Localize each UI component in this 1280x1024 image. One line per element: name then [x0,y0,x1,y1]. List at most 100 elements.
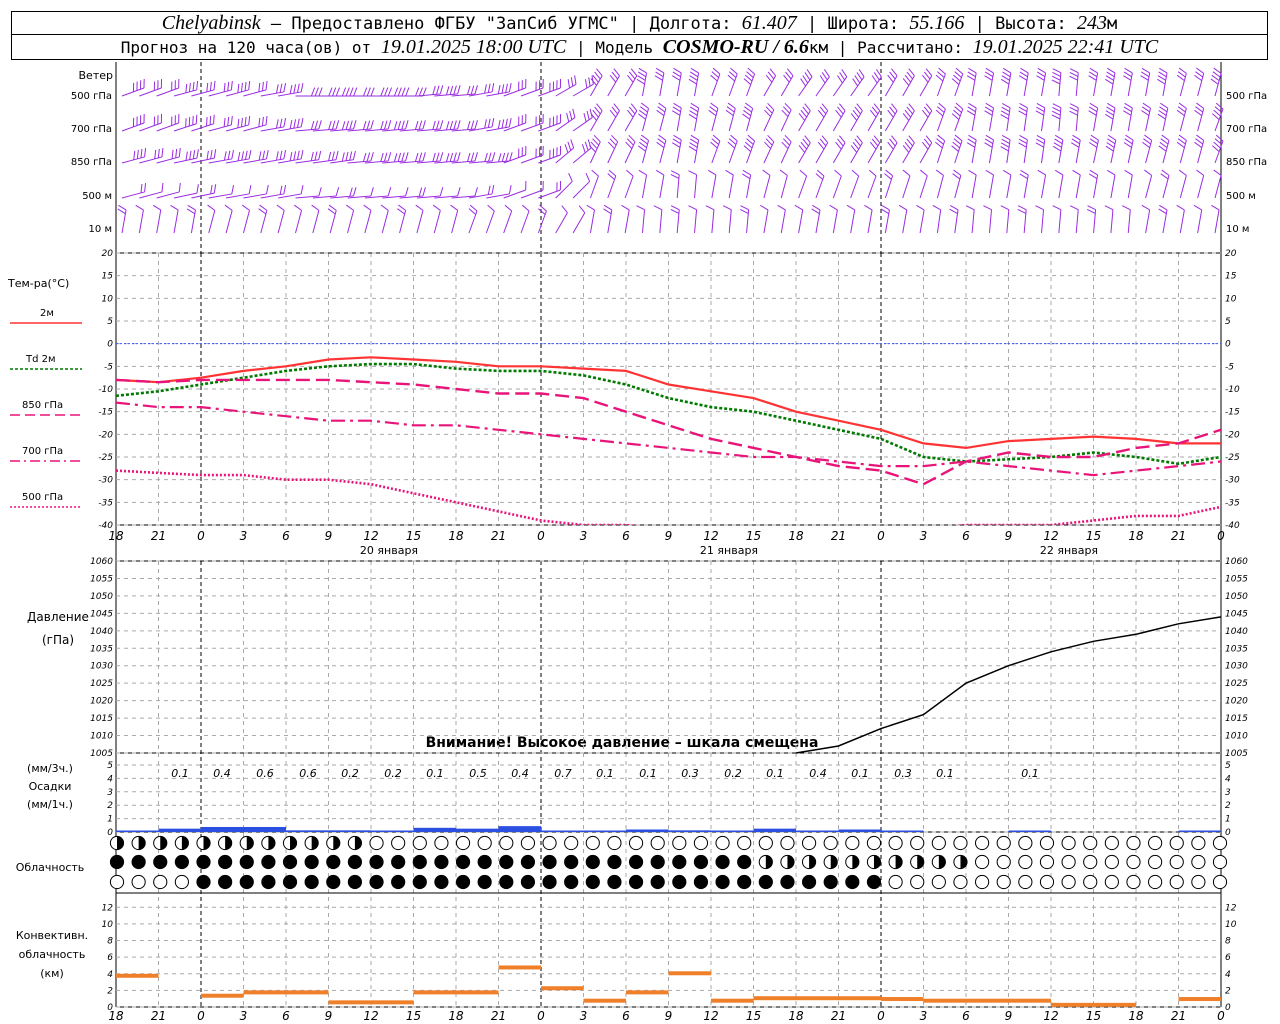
wind-barb-shaft [1127,174,1133,199]
wind-barb [624,68,638,97]
precip-3h-total: 0.1 [766,767,784,780]
wind-barb [884,169,894,199]
wind-barb-feather [1017,208,1027,214]
hour-tick-label: 18 [448,529,464,543]
conv-bar [583,998,626,1003]
cloud-cover-fill [225,836,232,850]
hour-tick-label: 6 [282,1009,290,1023]
wind-barb-feather [1000,78,1010,85]
conv-tick-label: 4 [1225,970,1231,980]
wind-barb-feather [341,87,347,97]
wind-barb-feather [283,185,287,195]
temp-tick-label: -10 [98,385,113,395]
wind-barb [258,204,268,234]
pressure-tick-label: 1040 [90,627,113,637]
cloud-cover-fill [268,836,275,850]
cloud-cover-icon [391,835,406,851]
wind-barb [1158,134,1170,164]
hour-tick-label: 21 [831,529,846,543]
wind-barb [1194,67,1205,97]
cloud-cover-icon [801,835,817,851]
cloud-cover-icon [477,835,492,851]
wind-barb-feather [405,120,409,130]
wind-barb-feather [655,71,664,78]
wind-barb-feather [206,82,209,92]
wind-barb-feather [497,119,501,129]
temp-title: Тем-ра(°C) [7,277,69,290]
wind-barb-feather [670,170,680,176]
wind-barb [884,135,898,164]
cloud-cover-icon [455,835,471,851]
wind-barb [638,169,648,199]
legend-td-label: Td 2м [25,354,56,365]
wind-barb-feather [1069,110,1078,116]
cloud-cover-icon [1039,835,1055,851]
wind-barb-feather [636,205,645,211]
wind-barb-shaft [659,209,663,234]
wind-barb [832,169,842,199]
wind-title: Ветер [79,69,113,82]
wind-barb-shaft [433,210,441,234]
wind-barb-feather [705,205,715,211]
wind-barb-feather [154,149,157,159]
wind-barb-shaft [451,210,459,234]
wind-barb-feather [187,204,196,211]
wind-barb-feather [491,118,495,128]
wind-barb-feather [188,117,191,127]
wind-barb-feather [1001,102,1011,109]
cloud-cover-icon [109,854,125,870]
wind-barb-feather [1144,169,1152,176]
wind-barb [850,135,863,164]
wind-barb [1176,67,1187,97]
cloud-cover-icon [1083,854,1098,870]
wind-barb [1144,169,1153,199]
wind-barb-feather [932,204,941,211]
wind-barb [191,184,217,199]
hour-tick-label: 21 [1171,1009,1186,1023]
hour-tick-label: 21 [151,529,166,543]
wind-barb [624,103,638,132]
wind-barb-feather [821,72,828,81]
wind-barb-feather [505,152,509,162]
wind-barb-shaft [867,209,873,234]
precip-title-3h: (мм/3ч.) [27,762,73,775]
wind-barb-feather [591,169,599,177]
wind-barb-feather [671,110,681,116]
cloud-cover-icon [412,835,427,851]
cloud-cover-icon [737,854,752,870]
wind-barb-shaft [902,175,911,199]
hour-tick-label: 9 [1005,1009,1013,1023]
wind-barb [346,204,355,234]
wind-barb-shaft [156,209,162,234]
precip-tick-label: 3 [107,788,113,798]
wind-barb [311,204,320,234]
wind-barb [780,134,792,164]
wind-barb-feather [858,69,865,78]
cloud-cover-icon [737,835,752,851]
wind-barb-shaft [555,181,573,199]
cloud-cover-icon [910,874,925,890]
wind-barb [1053,134,1064,164]
cloud-cover-icon [607,874,622,890]
wind-barb-feather [178,182,181,192]
hour-tick-label: 15 [746,1009,761,1023]
wind-barb-feather [366,152,371,162]
wind-barb [655,169,665,199]
wind-barb-feather [230,80,233,90]
wind-barb-feather [397,87,402,97]
temp-tick-label: -15 [1225,408,1240,418]
wind-barb-feather [688,170,697,176]
wind-barb-feather [474,187,478,197]
cloud-cover-icon [974,874,990,890]
wind-barb-feather [353,87,358,97]
wind-barb [1194,134,1205,164]
wind-barb-feather [192,149,196,159]
wind-barb-feather [968,169,977,176]
wind-barb-feather [521,204,530,212]
wind-barb-feather [227,150,231,160]
wind-barb-feather [1069,68,1079,74]
wind-barb [850,69,865,97]
cloud-cover-fill [117,836,124,850]
wind-barb-feather [293,204,302,211]
cloud-cover-icon [1148,835,1163,851]
